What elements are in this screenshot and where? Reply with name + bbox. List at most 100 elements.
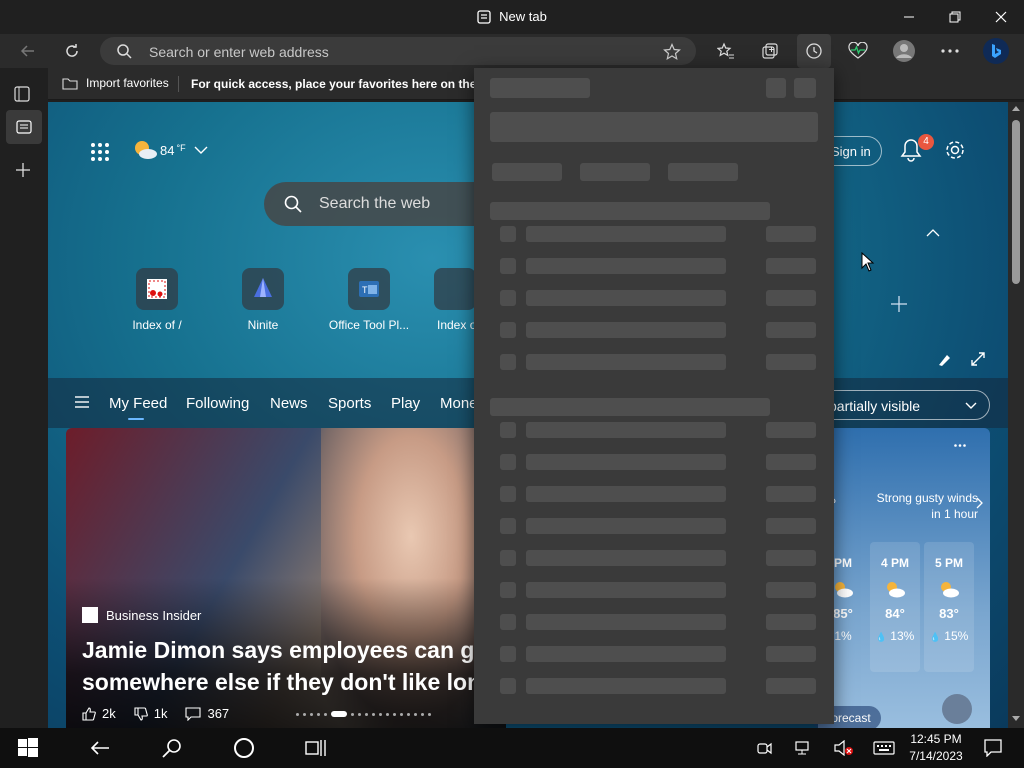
cortana-circle-icon[interactable] <box>220 728 268 768</box>
expand-icon[interactable] <box>970 351 986 367</box>
back-button[interactable] <box>11 34 45 68</box>
headline-line: somewhere else if they don't like lon <box>82 669 482 695</box>
tab-my-feed[interactable]: My Feed <box>109 395 167 412</box>
address-bar[interactable]: Search or enter web address <box>100 37 696 65</box>
quick-link-label: Office Tool Pl... <box>328 318 410 332</box>
restore-button[interactable] <box>932 4 978 30</box>
ninite-icon <box>242 268 284 310</box>
clock-date: 7/14/2023 <box>909 749 963 763</box>
browser-essentials-icon[interactable] <box>841 34 875 68</box>
history-group-header-placeholder <box>490 202 770 220</box>
hero-headline[interactable]: Jamie Dimon says employees can go somewh… <box>82 634 489 698</box>
quick-link-office-tool[interactable]: T Office Tool Pl... <box>319 268 419 332</box>
tab-play[interactable]: Play <box>391 395 420 412</box>
history-item-title-placeholder <box>526 454 726 470</box>
windows-start-icon[interactable] <box>4 728 52 768</box>
keyboard-icon[interactable] <box>860 728 908 768</box>
refresh-button[interactable] <box>55 34 89 68</box>
hour-temp: 84° <box>885 606 905 621</box>
scroll-down-arrow-icon[interactable] <box>1012 716 1020 721</box>
weather-alert[interactable]: Strong gusty winds in 1 hour <box>818 490 978 522</box>
app-launcher-icon[interactable] <box>90 142 110 162</box>
new-tab-plus-icon[interactable] <box>15 162 31 178</box>
history-item-time-placeholder <box>766 486 816 502</box>
quick-link-ninite[interactable]: Ninite <box>213 268 313 332</box>
chevron-down-icon <box>194 146 208 154</box>
thumbs-up-icon[interactable] <box>82 706 96 721</box>
task-view-icon[interactable] <box>292 728 340 768</box>
add-favorite-star-icon[interactable] <box>663 43 681 61</box>
hour-precip: 13% <box>890 629 915 643</box>
weather-card[interactable]: Strong gusty winds in 1 hour PM 85° 1% 4… <box>812 428 990 728</box>
notification-center-icon[interactable] <box>970 728 1016 768</box>
tab-actions-icon[interactable] <box>14 86 30 102</box>
minimize-button[interactable] <box>886 4 932 30</box>
scroll-up-arrow-icon[interactable] <box>1012 106 1020 111</box>
hourly-slot: 4 PM 84° 💧 13% <box>870 542 920 672</box>
thumbs-down-icon[interactable] <box>134 706 148 721</box>
hero-news-card[interactable]: Business Insider Jamie Dimon says employ… <box>66 428 506 728</box>
vertical-tab-strip <box>0 68 48 728</box>
weather-widget[interactable]: 84 °F <box>132 138 208 162</box>
index-page-icon <box>434 268 476 310</box>
hourly-slot: 5 PM 83° 💧 15% <box>924 542 974 672</box>
partly-sunny-icon <box>132 138 158 162</box>
tab-news[interactable]: News <box>270 395 308 412</box>
quick-link-label: Index of / <box>132 318 182 332</box>
history-button[interactable] <box>797 34 831 68</box>
web-search-placeholder: Search the web <box>319 195 431 212</box>
partly-sunny-icon <box>938 580 960 598</box>
personalize-brush-icon[interactable] <box>936 352 952 368</box>
bing-chat-icon[interactable] <box>979 34 1013 68</box>
settings-gear-icon[interactable] <box>944 139 966 161</box>
clock[interactable]: 12:45 PM 7/14/2023 <box>908 731 964 765</box>
page-scrollbar[interactable] <box>1008 102 1024 728</box>
comment-icon[interactable] <box>185 706 202 721</box>
history-item-time-placeholder <box>766 322 816 338</box>
more-options-icon[interactable] <box>933 34 967 68</box>
scrollbar-thumb[interactable] <box>1012 120 1020 284</box>
history-favicon-placeholder <box>500 678 516 694</box>
collections-button[interactable] <box>753 34 787 68</box>
weather-temp: 84 <box>160 142 175 158</box>
history-favicon-placeholder <box>500 454 516 470</box>
address-placeholder: Search or enter web address <box>149 44 329 60</box>
quick-link-index-of[interactable]: Index of / <box>107 268 207 332</box>
quick-link-label: Ninite <box>247 318 279 332</box>
headline-line: Jamie Dimon says employees can go <box>82 637 489 663</box>
favorites-button[interactable] <box>709 34 743 68</box>
search-icon[interactable] <box>148 728 196 768</box>
carousel-dots[interactable] <box>296 711 431 717</box>
tab-sports[interactable]: Sports <box>328 395 371 412</box>
history-item-time-placeholder <box>766 258 816 274</box>
tab-money[interactable]: Mone <box>440 395 478 412</box>
history-item-time-placeholder <box>766 678 816 694</box>
history-favicon-placeholder <box>500 614 516 630</box>
dislikes-count: 1k <box>153 706 168 721</box>
feed-menu-icon[interactable] <box>74 396 90 408</box>
history-item-time-placeholder <box>766 646 816 662</box>
history-item-title-placeholder <box>526 322 726 338</box>
more-options-icon[interactable] <box>954 444 966 447</box>
index-page-icon <box>136 268 178 310</box>
history-favicon-placeholder <box>500 646 516 662</box>
history-title-placeholder <box>490 78 590 98</box>
import-favorites-button[interactable]: Import favorites <box>62 76 169 90</box>
history-item-title-placeholder <box>526 582 726 598</box>
profile-avatar[interactable] <box>887 34 921 68</box>
history-favicon-placeholder <box>500 290 516 306</box>
chevron-right-icon[interactable] <box>976 497 983 509</box>
sidebar-item-new-tab[interactable] <box>6 110 42 144</box>
hour-precip-row: 💧 15% <box>929 629 969 643</box>
hour-temp: 83° <box>939 606 959 621</box>
hour-precip-row: 💧 13% <box>875 629 915 643</box>
back-arrow-icon[interactable] <box>76 728 124 768</box>
history-item-title-placeholder <box>526 290 726 306</box>
add-quick-link-plus-icon[interactable] <box>890 295 908 313</box>
history-item-time-placeholder <box>766 354 816 370</box>
chevron-up-icon[interactable] <box>926 229 940 237</box>
quick-link-index-of-2[interactable]: Index o <box>419 268 479 332</box>
copilot-avatar-icon[interactable] <box>942 694 972 724</box>
tab-following[interactable]: Following <box>186 395 249 412</box>
close-window-button[interactable] <box>978 4 1024 30</box>
